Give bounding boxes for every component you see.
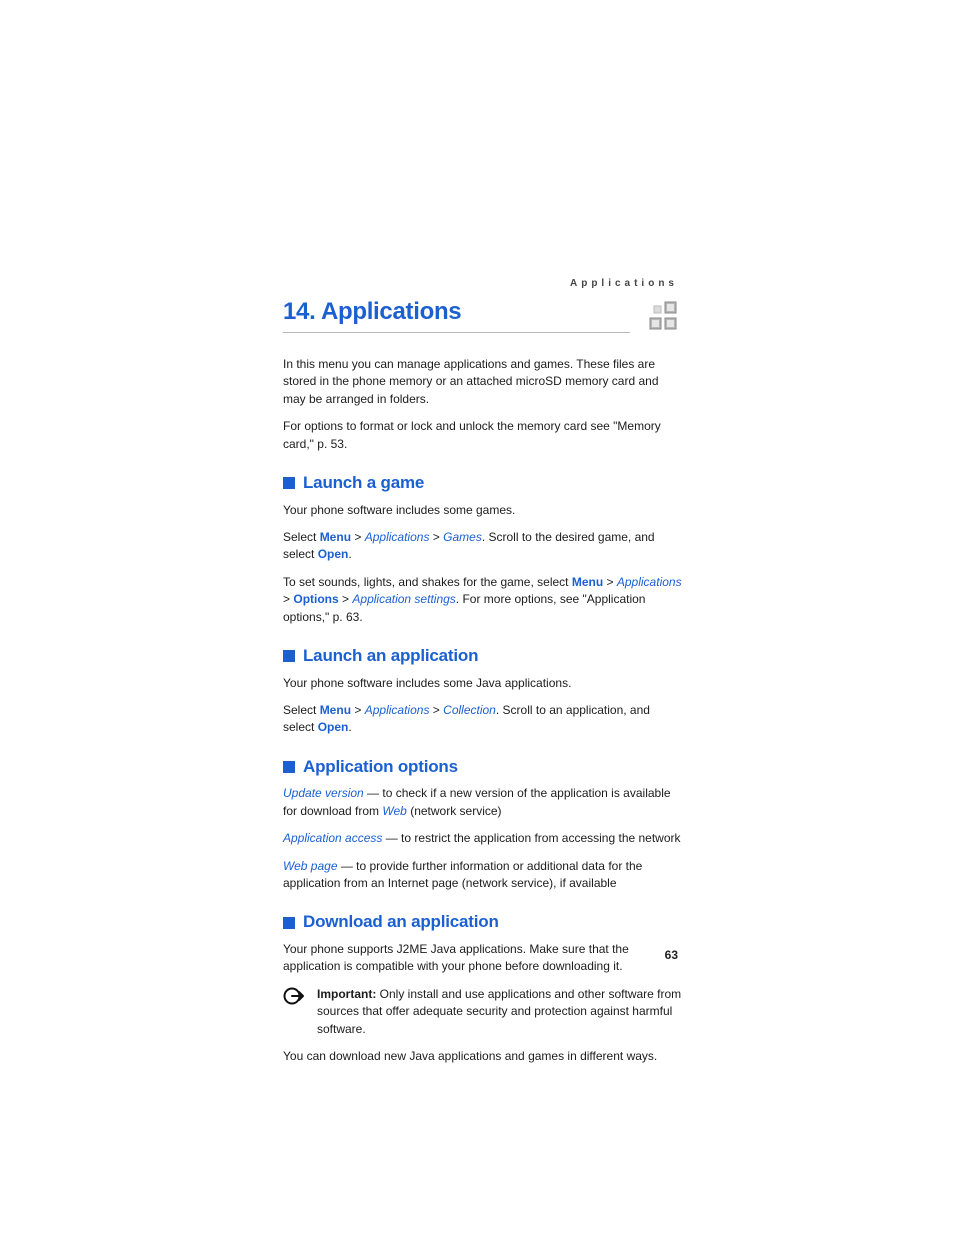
section-bullet-icon <box>283 477 295 489</box>
section-title: Download an application <box>303 910 499 935</box>
important-text: Important: Only install and use applicat… <box>317 986 682 1038</box>
s3-web-page: Web page — to provide further informatio… <box>283 858 682 893</box>
chapter-header: 14. Applications <box>283 298 682 336</box>
important-icon <box>283 986 307 1006</box>
uiref-applications: Applications <box>365 703 430 717</box>
uiref-applications: Applications <box>617 575 682 589</box>
page-number: 63 <box>665 948 678 962</box>
section-head-launch-game: Launch a game <box>283 471 682 496</box>
uiref-menu: Menu <box>320 530 351 544</box>
uiref-web: Web <box>382 804 406 818</box>
section-bullet-icon <box>283 761 295 773</box>
s2-paragraph-1: Your phone software includes some Java a… <box>283 675 682 692</box>
uiref-update-version: Update version <box>283 786 364 800</box>
section-head-application-options: Application options <box>283 755 682 780</box>
uiref-open: Open <box>318 547 349 561</box>
chapter-title: 14. Applications <box>283 298 630 326</box>
section-head-download-application: Download an application <box>283 910 682 935</box>
s4-paragraph-2: You can download new Java applications a… <box>283 1048 682 1065</box>
uiref-open: Open <box>318 720 349 734</box>
s3-application-access: Application access — to restrict the app… <box>283 830 682 847</box>
s4-paragraph-1: Your phone supports J2ME Java applicatio… <box>283 941 682 976</box>
uiref-menu: Menu <box>572 575 603 589</box>
uiref-web-page: Web page <box>283 859 338 873</box>
s2-paragraph-2: Select Menu > Applications > Collection.… <box>283 702 682 737</box>
page-body: In this menu you can manage applications… <box>283 356 682 1065</box>
section-title: Application options <box>303 755 458 780</box>
document-page: Applications 14. Applications <box>0 0 954 1235</box>
running-head: Applications <box>570 278 678 289</box>
section-head-launch-application: Launch an application <box>283 644 682 669</box>
intro-paragraph-1: In this menu you can manage applications… <box>283 356 682 408</box>
section-title: Launch an application <box>303 644 478 669</box>
uiref-applications: Applications <box>365 530 430 544</box>
uiref-collection: Collection <box>443 703 496 717</box>
section-title: Launch a game <box>303 471 424 496</box>
important-note: Important: Only install and use applicat… <box>283 986 682 1038</box>
s1-paragraph-1: Your phone software includes some games. <box>283 502 682 519</box>
uiref-application-settings: Application settings <box>352 592 455 606</box>
s3-update-version: Update version — to check if a new versi… <box>283 785 682 820</box>
applications-icon <box>646 300 682 336</box>
uiref-menu: Menu <box>320 703 351 717</box>
uiref-games: Games <box>443 530 482 544</box>
s1-paragraph-3: To set sounds, lights, and shakes for th… <box>283 574 682 626</box>
uiref-application-access: Application access <box>283 831 382 845</box>
uiref-options: Options <box>293 592 338 606</box>
section-bullet-icon <box>283 917 295 929</box>
intro-paragraph-2: For options to format or lock and unlock… <box>283 418 682 453</box>
section-bullet-icon <box>283 650 295 662</box>
s1-paragraph-2: Select Menu > Applications > Games. Scro… <box>283 529 682 564</box>
chapter-title-block: 14. Applications <box>283 298 630 333</box>
important-label: Important: <box>317 987 376 1001</box>
